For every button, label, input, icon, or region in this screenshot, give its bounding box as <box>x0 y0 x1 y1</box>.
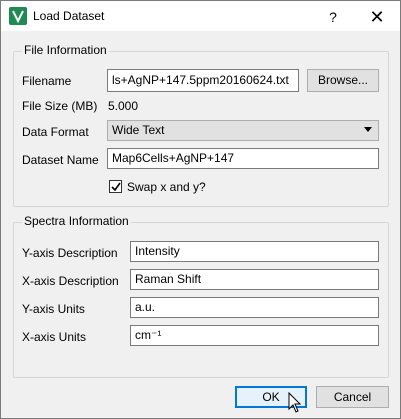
y-axis-units-field[interactable]: a.u. <box>130 297 379 318</box>
y-axis-description-field[interactable]: Intensity <box>130 241 379 262</box>
y-axis-units-label: Y-axis Units <box>22 302 85 316</box>
title-bar: Load Dataset ? ✕ <box>1 1 400 31</box>
x-axis-description-label: X-axis Description <box>22 274 119 288</box>
filename-label: Filename <box>22 74 72 88</box>
cancel-button[interactable]: Cancel <box>316 386 389 408</box>
window-title: Load Dataset <box>33 9 105 23</box>
swap-xy-checkbox[interactable] <box>109 180 122 193</box>
help-button[interactable]: ? <box>321 7 345 27</box>
x-axis-units-label: X-axis Units <box>22 330 87 344</box>
data-format-label: Data Format <box>22 125 89 139</box>
file-size-label: File Size (MB) <box>22 99 98 113</box>
dataset-name-field[interactable]: Map6Cells+AgNP+147 <box>107 148 379 169</box>
browse-button[interactable]: Browse... <box>307 69 379 92</box>
data-format-select[interactable]: Wide Text <box>107 120 379 141</box>
spectra-information-title: Spectra Information <box>22 214 131 228</box>
load-dataset-dialog: Load Dataset ? ✕ File Information Filena… <box>0 0 401 419</box>
swap-xy-label[interactable]: Swap x and y? <box>127 180 206 194</box>
app-icon <box>9 7 27 25</box>
y-axis-description-label: Y-axis Description <box>22 246 118 260</box>
close-button[interactable]: ✕ <box>365 7 389 27</box>
file-information-title: File Information <box>22 43 109 57</box>
data-format-value: Wide Text <box>112 123 165 137</box>
x-axis-units-field[interactable]: cm⁻¹ <box>130 325 379 346</box>
filename-field[interactable]: ls+AgNP+147.5ppm20160624.txt <box>107 69 299 92</box>
mouse-cursor-icon <box>288 392 302 413</box>
chevron-down-icon <box>364 127 372 132</box>
dataset-name-label: Dataset Name <box>22 153 99 167</box>
x-axis-description-field[interactable]: Raman Shift <box>130 269 379 290</box>
checkmark-icon <box>111 182 121 192</box>
file-size-value: 5.000 <box>108 99 139 113</box>
